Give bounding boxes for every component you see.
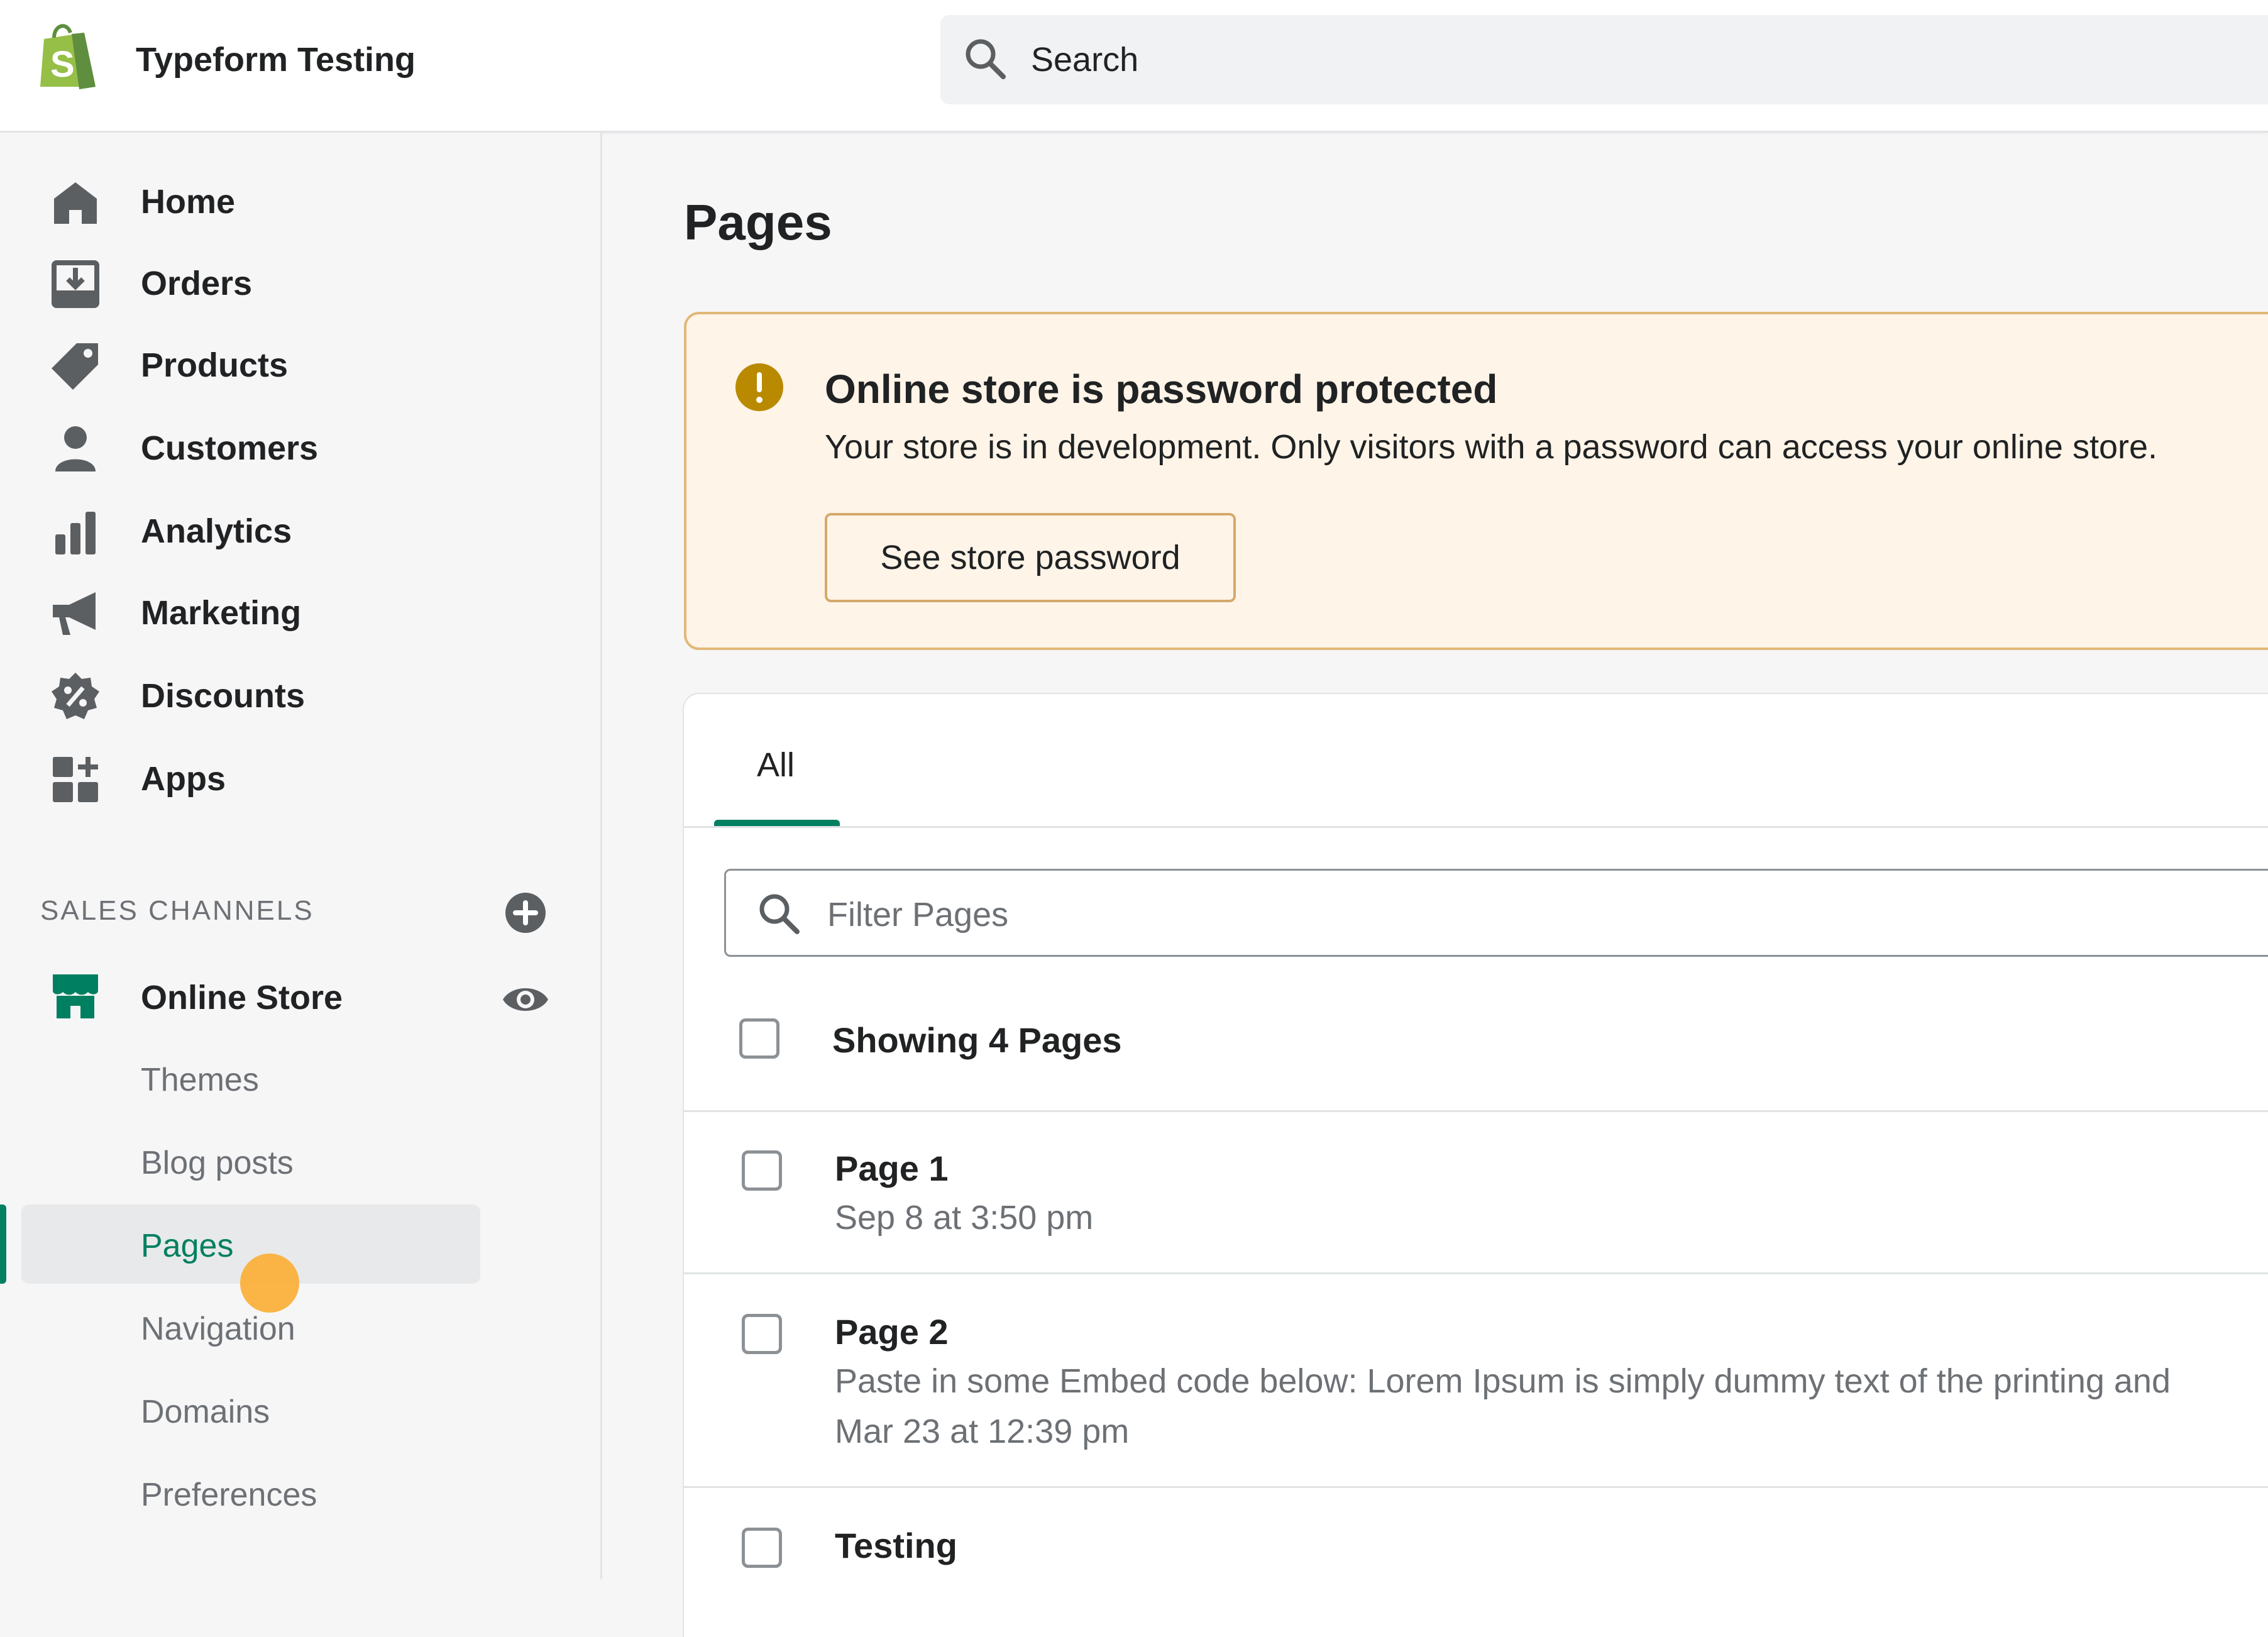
sidebar-subitem-pages[interactable]: Pages [141,1227,233,1265]
see-store-password-button[interactable]: See store password [825,513,1236,602]
row-title[interactable]: Testing [835,1525,957,1566]
home-icon [50,177,101,228]
page-title: Pages [684,194,832,250]
sidebar-item-label: Analytics [141,512,292,550]
tab-label: All [757,746,795,784]
search-icon [963,36,1008,82]
click-indicator [240,1254,299,1313]
showing-count-label: Showing 4 Pages [832,1020,1122,1060]
banner-body: Your store is in development. Only visit… [825,428,2158,466]
sidebar-subitem-themes[interactable]: Themes [141,1061,259,1099]
select-all-checkbox[interactable] [739,1018,779,1059]
shopify-logo-icon[interactable]: S [35,21,101,92]
view-store-eye-icon[interactable] [500,974,551,1025]
search-icon [757,891,802,937]
store-name[interactable]: Typeform Testing [136,40,416,79]
tabs-divider [684,826,2268,828]
megaphone-icon [50,588,101,639]
apps-grid-icon [50,754,101,805]
sidebar-item-label: Discounts [141,677,306,715]
sidebar-item-label: Marketing [141,594,302,632]
row-excerpt: Paste in some Embed code below: Lorem Ip… [835,1362,2171,1400]
sidebar-item-label: Home [141,183,236,221]
svg-text:S: S [50,44,75,85]
sidebar-subitem-blog-posts[interactable]: Blog posts [141,1144,294,1182]
sales-channels-heading: SALES CHANNELS [40,895,314,926]
person-icon [50,424,101,474]
search-placeholder[interactable]: Search [1031,40,1138,79]
sidebar-subitem-preferences[interactable]: Preferences [141,1476,317,1514]
filter-placeholder[interactable]: Filter Pages [827,895,1008,934]
sidebar-subitem-navigation[interactable]: Navigation [141,1310,295,1348]
sidebar-item-label: Orders [141,265,253,302]
row-title[interactable]: Page 2 [835,1311,949,1352]
selected-tab-indicator [714,820,840,826]
bar-chart-icon [50,507,101,557]
add-channel-button[interactable] [503,890,548,935]
row-date: Mar 23 at 12:39 pm [835,1413,1130,1450]
sidebar-subitem-domains[interactable]: Domains [141,1393,270,1431]
sidebar-item-label: Online Store [141,979,343,1017]
sidebar-item-label: Apps [141,760,226,798]
tag-icon [50,341,101,391]
row-checkbox[interactable] [742,1314,782,1354]
row-checkbox[interactable] [742,1528,782,1568]
warning-icon [734,362,784,412]
row-divider [684,1110,2268,1112]
banner-title: Online store is password protected [825,367,1498,412]
row-date: Sep 8 at 3:50 pm [835,1199,1094,1237]
orders-icon [50,259,101,309]
row-divider [684,1272,2268,1274]
discount-badge-icon [50,671,101,722]
active-indicator-bar [0,1204,6,1284]
global-search-input[interactable] [940,15,2268,104]
row-title[interactable]: Page 1 [835,1148,949,1189]
sidebar-item-label: Products [141,346,289,384]
row-divider [684,1486,2268,1488]
row-checkbox[interactable] [742,1150,782,1191]
storefront-icon [50,971,101,1021]
sidebar-item-label: Customers [141,429,319,467]
